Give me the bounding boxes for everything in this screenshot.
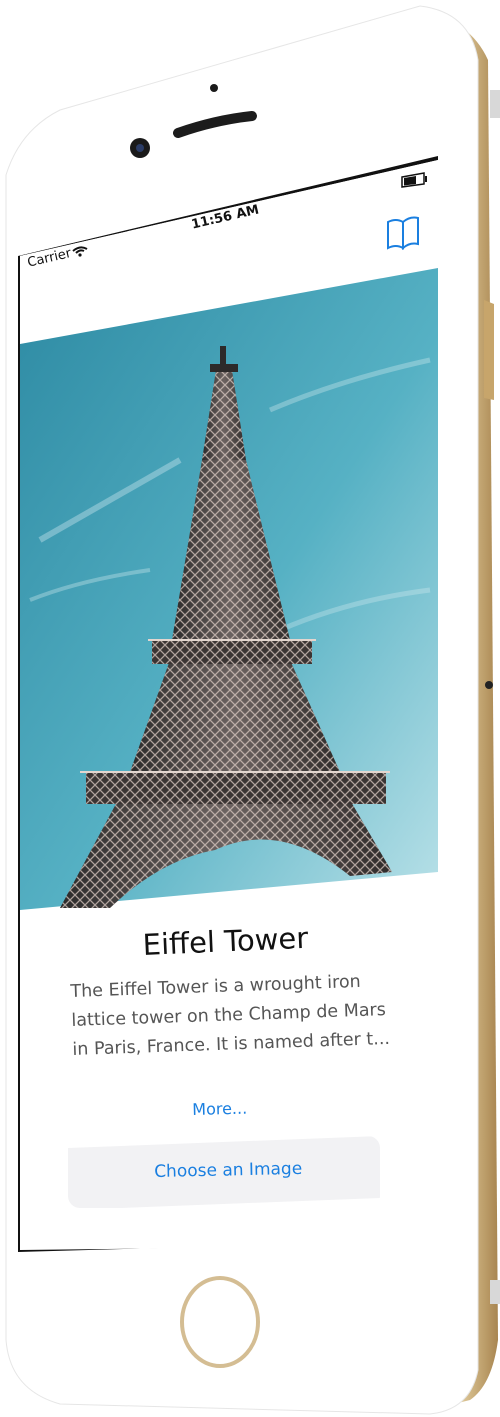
more-link[interactable]: More... (192, 1099, 247, 1119)
book-icon[interactable] (386, 212, 420, 252)
app-screen: Carrier 11:56 AM Eiffel Tower The Eiffel… (20, 160, 438, 1250)
phone-mockup: Carrier 11:56 AM Eiffel Tower The Eiffel… (0, 0, 500, 1417)
landmark-title: Eiffel Tower (142, 920, 309, 962)
home-button[interactable] (176, 1272, 268, 1372)
landmark-description: The Eiffel Tower is a wrought iron latti… (70, 971, 391, 1060)
wifi-icon (72, 246, 88, 257)
choose-image-label: Choose an Image (154, 1158, 303, 1182)
choose-image-button[interactable]: Choose an Image (68, 1136, 380, 1208)
battery-icon (401, 172, 427, 188)
